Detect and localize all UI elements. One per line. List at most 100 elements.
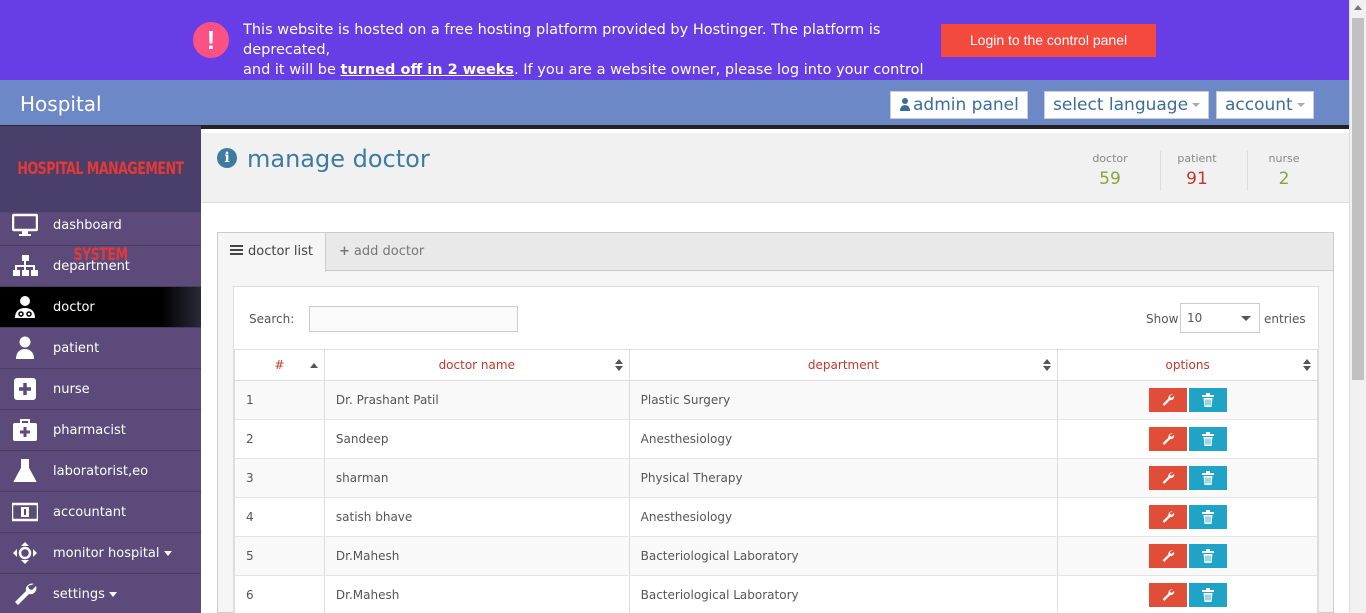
page-title: manage doctor	[247, 145, 430, 173]
doctor-panel: doctor list + add doctor Search: Show 10 …	[217, 232, 1334, 613]
cell-options	[1057, 497, 1318, 537]
medkit-icon	[13, 419, 37, 441]
cell-doctor-name: Dr.Mahesh	[323, 536, 630, 576]
caret-down-icon	[163, 551, 172, 556]
delete-button[interactable]	[1188, 388, 1227, 412]
cell-options	[1057, 575, 1318, 613]
delete-button[interactable]	[1188, 427, 1227, 451]
edit-button[interactable]	[1148, 505, 1187, 529]
stat-label: doctor	[1092, 152, 1128, 165]
sidebar-item-label: settings	[53, 574, 117, 613]
settings-text: settings	[53, 587, 105, 602]
edit-button[interactable]	[1148, 427, 1187, 451]
cell-department: Plastic Surgery	[628, 380, 1059, 420]
cell-number: 5	[234, 536, 325, 576]
sidebar-item-label: laboratorist,eo	[53, 464, 149, 479]
table-row: 5 Dr.Mahesh Bacteriological Laboratory	[234, 536, 1318, 576]
admin-panel-label: admin panel	[913, 95, 1019, 115]
cell-department: Anesthesiology	[628, 497, 1059, 537]
tab-bar: doctor list + add doctor	[218, 233, 1333, 272]
delete-button[interactable]	[1188, 466, 1227, 490]
entries-select[interactable]: 10	[1180, 303, 1260, 333]
plus-square-icon	[14, 378, 36, 400]
cell-number: 6	[234, 575, 325, 613]
sidebar-item-department[interactable]: department	[0, 246, 201, 287]
cell-doctor-name: satish bhave	[323, 497, 630, 537]
edit-button[interactable]	[1148, 388, 1187, 412]
trash-icon	[1201, 393, 1214, 407]
cell-doctor-name: Dr.Mahesh	[323, 575, 630, 613]
page-header: i manage doctor doctor 59 patient 91 nur…	[201, 133, 1349, 203]
trash-icon	[1201, 549, 1214, 563]
trash-icon	[1201, 510, 1214, 524]
info-icon: i	[217, 148, 237, 168]
user-icon	[16, 336, 34, 359]
header-label: #	[274, 358, 285, 372]
crosshairs-icon	[13, 542, 37, 564]
sidebar-item-patient[interactable]: patient	[0, 328, 201, 369]
wrench-icon	[1162, 511, 1174, 523]
edit-button[interactable]	[1148, 544, 1187, 568]
trash-icon	[1201, 588, 1214, 602]
banner-line-2: and it will be	[243, 62, 341, 78]
tab-add-doctor[interactable]: + add doctor	[327, 233, 436, 271]
trash-icon	[1201, 471, 1214, 485]
scrollbar-thumb[interactable]	[1352, 18, 1364, 380]
column-header-department[interactable]: department	[628, 349, 1059, 381]
edit-button[interactable]	[1148, 466, 1187, 490]
column-header-number[interactable]: #	[234, 349, 325, 381]
wrench-icon	[1162, 394, 1174, 406]
sidebar-item-monitor-hospital[interactable]: monitor hospital	[0, 533, 201, 574]
delete-button[interactable]	[1188, 583, 1227, 607]
scroll-up-icon[interactable]	[1354, 5, 1362, 10]
main-content: i manage doctor doctor 59 patient 91 nur…	[201, 133, 1349, 613]
cell-number: 4	[234, 497, 325, 537]
doctor-table: # doctor name department options 1 Dr. Pr…	[234, 349, 1318, 613]
wrench-icon	[1162, 472, 1174, 484]
sidebar-item-label: nurse	[53, 382, 90, 397]
sidebar-item-pharmacist[interactable]: pharmacist	[0, 410, 201, 451]
cell-number: 2	[234, 419, 325, 459]
list-icon	[230, 245, 243, 255]
money-icon	[12, 502, 38, 522]
vertical-scrollbar[interactable]	[1349, 0, 1366, 613]
column-header-doctor-name[interactable]: doctor name	[323, 349, 630, 381]
sidebar-item-label: dashboard	[53, 218, 122, 233]
tab-doctor-list[interactable]: doctor list	[218, 233, 326, 272]
cell-department: Bacteriological Laboratory	[628, 575, 1059, 613]
column-header-options[interactable]: options	[1057, 349, 1318, 381]
cell-doctor-name: Sandeep	[323, 419, 630, 459]
stat-patient: patient 91	[1154, 151, 1240, 191]
delete-button[interactable]	[1188, 505, 1227, 529]
banner-line-1: This website is hosted on a free hosting…	[243, 22, 881, 58]
select-language-dropdown[interactable]: select language	[1044, 91, 1210, 119]
cell-doctor-name: sharman	[323, 458, 630, 498]
delete-button[interactable]	[1188, 544, 1227, 568]
account-dropdown[interactable]: account	[1216, 91, 1314, 119]
login-control-panel-button[interactable]: Login to the control panel	[941, 24, 1156, 57]
sidebar-item-label: monitor hospital	[53, 533, 172, 574]
sidebar-item-dashboard[interactable]: dashboard	[0, 205, 201, 246]
caret-down-icon	[1192, 103, 1201, 107]
sidebar-item-settings[interactable]: settings	[0, 574, 201, 613]
brand-title[interactable]: Hospital	[20, 92, 102, 116]
header-label: options	[1165, 358, 1210, 372]
edit-button[interactable]	[1148, 583, 1187, 607]
sidebar-item-label: patient	[53, 341, 100, 356]
wrench-icon	[15, 583, 37, 605]
sidebar-item-laboratorist[interactable]: laboratorist,eo	[0, 451, 201, 492]
monitor-icon	[12, 213, 38, 236]
logo: HOSPITAL MANAGEMENT SYSTEM	[0, 125, 201, 265]
cell-options	[1057, 380, 1318, 420]
admin-panel-button[interactable]: admin panel	[890, 91, 1028, 119]
table-row: 4 satish bhave Anesthesiology	[234, 497, 1318, 537]
search-input[interactable]	[309, 306, 518, 332]
sidebar-item-accountant[interactable]: accountant	[0, 492, 201, 533]
wrench-icon	[1162, 433, 1174, 445]
sidebar-item-nurse[interactable]: nurse	[0, 369, 201, 410]
sort-icon	[1303, 359, 1311, 372]
sidebar-item-doctor[interactable]: doctor	[0, 287, 201, 328]
account-label: account	[1225, 95, 1293, 115]
cell-department: Physical Therapy	[628, 458, 1059, 498]
flask-icon	[13, 459, 37, 482]
